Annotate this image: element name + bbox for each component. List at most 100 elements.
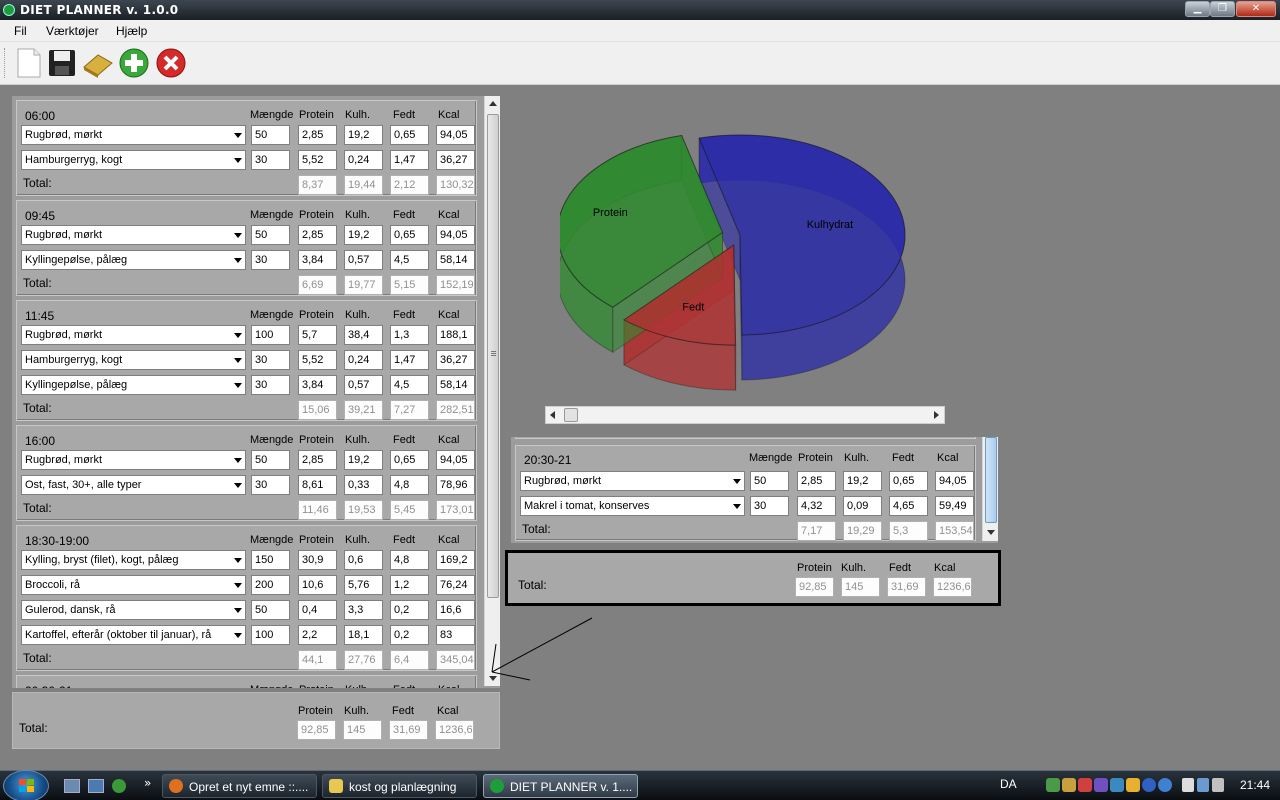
total-protein: 6,69 [298,275,337,295]
food-select[interactable]: Kylling, bryst (filet), kogt, pålæg [21,550,246,570]
amount-input[interactable]: 50 [251,450,290,470]
amount-input[interactable]: 100 [251,325,290,345]
food-select[interactable]: Hamburgerryg, kogt [21,350,246,370]
info-icon[interactable] [1142,778,1156,792]
total-kcal: 153,54 [935,521,974,541]
amount-input[interactable]: 150 [251,550,290,570]
clock[interactable]: 21:44 [1240,778,1270,792]
food-select[interactable]: Rugbrød, mørkt [520,471,745,491]
kcal-value: 188,1 [436,325,475,345]
account-icon[interactable] [1158,778,1172,792]
close-button[interactable]: ✕ [1236,1,1276,17]
task-firefox[interactable]: Opret et nyt emne ::.... [162,774,317,798]
scroll-thumb[interactable] [564,408,578,422]
food-select[interactable]: Broccoli, rå [21,575,246,595]
amount-input[interactable]: 30 [251,475,290,495]
flash-icon[interactable] [1078,778,1092,792]
kcal-value: 76,24 [436,575,475,595]
col-fat: Fedt [892,452,915,464]
scroll-right-icon[interactable] [934,411,939,419]
amount-input[interactable]: 30 [251,350,290,370]
food-select[interactable]: Makrel i tomat, konserves [520,496,745,516]
save-icon[interactable] [46,47,78,79]
amount-input[interactable]: 50 [251,125,290,145]
amount-input[interactable]: 50 [251,600,290,620]
kcal-value: 94,05 [436,225,475,245]
amount-input[interactable]: 30 [750,496,789,516]
minimize-button[interactable]: ▁ [1185,1,1210,17]
show-desktop-icon[interactable] [64,779,80,793]
update-icon[interactable] [1126,778,1140,792]
col-kcal: Kcal [937,452,959,464]
carbs-value: 18,1 [344,625,383,645]
monitor-icon[interactable] [1197,778,1209,792]
language-indicator[interactable]: DA [1000,777,1017,791]
task-folder[interactable]: kost og planlægning [322,774,477,798]
food-select[interactable]: Rugbrød, mørkt [21,450,246,470]
food-select[interactable]: Rugbrød, mørkt [21,125,246,145]
fat-value: 4,8 [390,475,429,495]
switch-windows-icon[interactable] [88,779,104,793]
amount-input[interactable]: 30 [251,375,290,395]
food-select[interactable]: Kartoffel, efterår (oktober til januar),… [21,625,246,645]
col-fat: Fedt [393,534,416,546]
menu-vaerktoejer[interactable]: Værktøjer [46,24,99,38]
col-carbs: Kulh. [345,209,371,221]
food-select[interactable]: Hamburgerryg, kogt [21,150,246,170]
media-icon[interactable] [1094,778,1108,792]
meal-list-scrollbar[interactable] [484,96,500,686]
amount-input[interactable]: 50 [750,471,789,491]
protein-value: 8,61 [298,475,337,495]
new-file-icon[interactable] [12,47,44,79]
amount-input[interactable]: 200 [251,575,290,595]
eraser-icon[interactable] [82,47,114,79]
maximize-button[interactable]: ❐ [1210,1,1235,17]
amount-input[interactable]: 30 [251,250,290,270]
food-select[interactable]: Kyllingepølse, pålæg [21,375,246,395]
col-kcal: Kcal [438,534,460,546]
add-icon[interactable] [118,47,150,79]
start-button[interactable] [3,770,49,800]
food-select[interactable]: Kyllingepølse, pålæg [21,250,246,270]
chart-horizontal-scrollbar[interactable] [545,406,945,424]
device-icon[interactable] [1182,778,1194,792]
food-name: Hamburgerryg, kogt [25,154,123,166]
meal-block: 11:45 Mængde Protein Kulh. Fedt Kcal Rug… [16,300,477,421]
detail-scrollbar[interactable] [982,437,998,541]
food-select[interactable]: Rugbrød, mørkt [21,325,246,345]
col-kcal: Kcal [934,562,956,574]
scroll-thumb[interactable] [487,114,499,598]
col-amount: Mængde [250,209,294,221]
amount-input[interactable]: 50 [251,225,290,245]
volume-icon[interactable] [1212,778,1224,792]
food-select[interactable]: Gulerod, dansk, rå [21,600,246,620]
col-kcal: Kcal [438,684,459,688]
grand-total-protein: 92,85 [297,720,336,740]
amount-input[interactable]: 100 [251,625,290,645]
total-label: Total: [23,176,52,190]
scroll-left-icon[interactable] [550,411,555,419]
col-carbs: Kulh. [344,705,370,717]
network-icon[interactable] [1046,778,1060,792]
app-icon [490,779,504,793]
meal-time: 20:30-21 [524,453,572,467]
food-select[interactable]: Rugbrød, mørkt [21,225,246,245]
scroll-down-icon[interactable] [987,530,995,535]
col-fat: Fedt [392,705,415,717]
messenger-icon[interactable] [112,779,126,793]
scroll-thumb[interactable] [985,437,997,523]
security-icon[interactable] [1110,778,1124,792]
scroll-up-icon[interactable] [489,101,497,106]
amount-input[interactable]: 30 [251,150,290,170]
quick-launch-expand-icon[interactable]: » [144,776,151,790]
antivirus-icon[interactable] [1062,778,1076,792]
meal-time: 20:30-21 [25,684,72,688]
delete-icon[interactable] [155,47,187,79]
toolbar-grip[interactable] [4,48,7,78]
carbs-value: 3,3 [344,600,383,620]
task-diet-planner[interactable]: DIET PLANNER v. 1.... [483,774,638,798]
menu-fil[interactable]: Fil [14,24,27,38]
food-select[interactable]: Ost, fast, 30+, alle typer [21,475,246,495]
menu-hjaelp[interactable]: Hjælp [116,24,147,38]
total-protein: 11,46 [298,500,337,520]
